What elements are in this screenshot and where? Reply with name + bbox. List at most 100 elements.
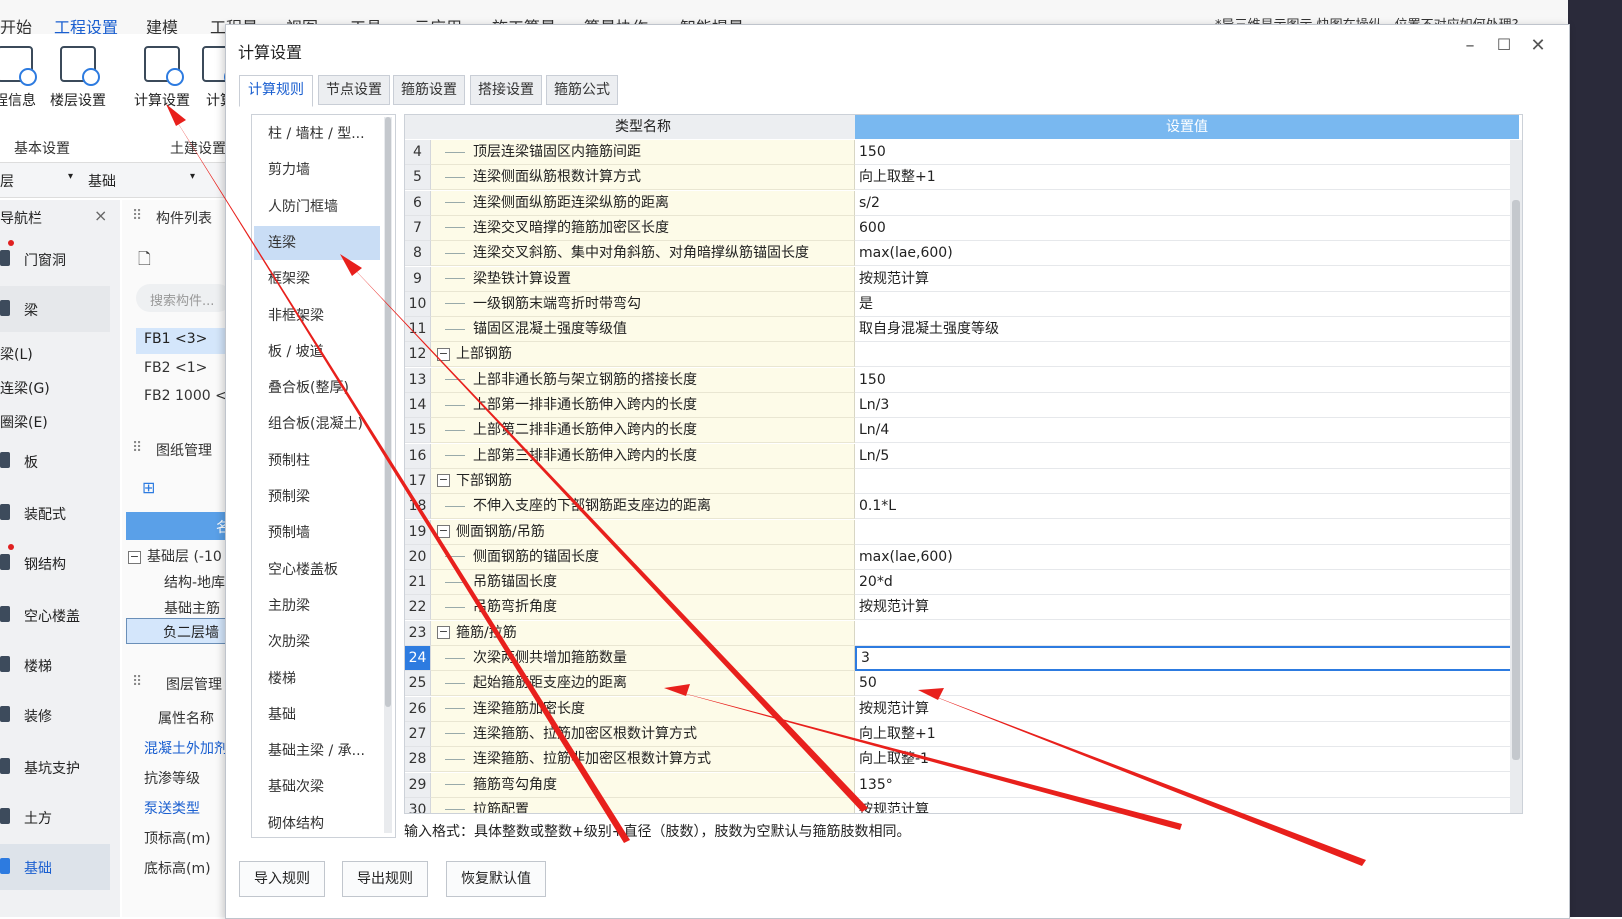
nav-item-door-window[interactable]: 门窗洞 bbox=[0, 236, 110, 282]
component-row[interactable]: FB2 1000 < bbox=[144, 388, 227, 404]
floor-settings-button[interactable]: 楼层设置 bbox=[46, 46, 110, 110]
table-row[interactable]: 8 连梁交叉斜筋、集中对角斜筋、对角暗撑纵筋锚固长度 max(lae,600) bbox=[405, 241, 1522, 267]
table-row[interactable]: 24 次梁两侧共增加箍筋数量 3 bbox=[405, 646, 1522, 671]
add-drawing-icon[interactable]: ⊞ bbox=[142, 478, 155, 497]
table-row[interactable]: 18 不伸入支座的下部钢筋距支座边的距离 0.1*L bbox=[405, 494, 1522, 520]
drag-handle-icon[interactable]: ⠿ bbox=[132, 674, 142, 690]
tab-node-settings[interactable]: 节点设置 bbox=[318, 75, 390, 105]
tree-item[interactable]: 结构-地库 bbox=[164, 572, 225, 592]
minimize-icon[interactable]: – bbox=[1458, 35, 1482, 56]
category-scroll-thumb[interactable] bbox=[385, 117, 391, 707]
tree-item-selected[interactable]: 负二层墙 bbox=[126, 618, 236, 644]
tab-lap-settings[interactable]: 搭接设置 bbox=[470, 75, 542, 105]
nav-item-slab[interactable]: 板 bbox=[0, 438, 110, 484]
grid-scroll-thumb[interactable] bbox=[1512, 200, 1520, 760]
row-value[interactable]: 是 bbox=[855, 292, 1519, 317]
import-rules-button[interactable]: 导入规则 bbox=[239, 861, 325, 897]
component-row[interactable]: FB2 <1> bbox=[144, 360, 207, 376]
restore-defaults-button[interactable]: 恢复默认值 bbox=[446, 861, 546, 897]
table-row[interactable]: 4 顶层连梁锚固区内箍筋间距 150 bbox=[405, 140, 1522, 165]
row-value[interactable] bbox=[855, 621, 1519, 646]
tab-stirrup-settings[interactable]: 箍筋设置 bbox=[393, 75, 465, 105]
table-row[interactable]: 9 梁垫铁计算设置 按规范计算 bbox=[405, 266, 1522, 292]
category-item[interactable]: 基础 bbox=[254, 698, 380, 732]
nav-item-prefab[interactable]: 装配式 bbox=[0, 490, 110, 536]
category-item[interactable]: 次肋梁 bbox=[254, 625, 380, 659]
row-value[interactable]: 135° bbox=[855, 773, 1519, 798]
category-item[interactable]: 基础主梁 / 承... bbox=[254, 734, 380, 768]
row-value[interactable] bbox=[855, 342, 1519, 368]
category-item[interactable]: 空心楼盖板 bbox=[254, 553, 380, 587]
category-item[interactable]: 组合板(混凝土) bbox=[254, 407, 380, 441]
collapse-icon[interactable]: − bbox=[437, 347, 450, 361]
collapse-icon[interactable]: − bbox=[437, 525, 450, 538]
floor-select-left[interactable]: 层 bbox=[0, 171, 14, 191]
tree-item[interactable]: 基础主筋 bbox=[164, 598, 220, 618]
table-row[interactable]: 28 连梁箍筋、拉筋非加密区根数计算方式 向上取整-1 bbox=[405, 747, 1522, 773]
category-item[interactable]: 剪力墙 bbox=[254, 153, 380, 187]
row-value[interactable]: max(lae,600) bbox=[855, 241, 1519, 267]
table-row[interactable]: 7 连梁交叉暗撑的箍筋加密区长度 600 bbox=[405, 215, 1522, 241]
category-item[interactable]: 预制墙 bbox=[254, 516, 380, 550]
collapse-icon[interactable]: − bbox=[128, 550, 141, 564]
prop-top-elevation[interactable]: 顶标高(m) bbox=[144, 828, 211, 848]
close-icon[interactable]: × bbox=[94, 206, 107, 225]
nav-item-beam[interactable]: 梁 bbox=[0, 286, 110, 332]
drag-handle-icon[interactable]: ⠿ bbox=[132, 440, 142, 456]
category-item[interactable]: 柱 / 墙柱 / 型... bbox=[254, 117, 380, 151]
category-item[interactable]: 非框架梁 bbox=[254, 299, 380, 333]
category-item[interactable]: 预制梁 bbox=[254, 480, 380, 514]
row-value[interactable]: 向上取整+1 bbox=[855, 165, 1519, 191]
row-value[interactable]: 150 bbox=[855, 140, 1519, 165]
row-value[interactable]: Ln/5 bbox=[855, 444, 1519, 469]
table-row[interactable]: 22 吊筋弯折角度 按规范计算 bbox=[405, 595, 1522, 621]
row-value[interactable]: 0.1*L bbox=[855, 494, 1519, 520]
table-row[interactable]: 13 上部非通长筋与架立钢筋的搭接长度 150 bbox=[405, 367, 1522, 393]
table-row[interactable]: 11 锚固区混凝土强度等级值 取自身混凝土强度等级 bbox=[405, 317, 1522, 343]
table-row[interactable]: 10 一级钢筋末端弯折时带弯勾 是 bbox=[405, 291, 1522, 317]
nav-item-hollow-floor[interactable]: 空心楼盖 bbox=[0, 592, 110, 638]
table-row[interactable]: 26 连梁箍筋加密长度 按规范计算 bbox=[405, 696, 1522, 722]
category-item[interactable]: 框架梁 bbox=[254, 262, 380, 296]
category-item[interactable]: 连梁 bbox=[254, 225, 380, 260]
group-row[interactable]: 17− 下部钢筋 bbox=[405, 468, 1522, 494]
prop-impermeability[interactable]: 抗渗等级 bbox=[144, 768, 200, 788]
category-scrollbar[interactable] bbox=[384, 117, 392, 833]
table-row[interactable]: 16 上部第三排非通长筋伸入跨内的长度 Ln/5 bbox=[405, 443, 1522, 469]
calc-settings-button[interactable]: 计算设置 bbox=[130, 46, 194, 110]
prop-bottom-elevation[interactable]: 底标高(m) bbox=[144, 858, 211, 878]
table-row[interactable]: 21 吊筋锚固长度 20*d bbox=[405, 570, 1522, 596]
new-doc-icon[interactable]: 🗋 bbox=[138, 248, 151, 275]
row-value[interactable]: 按规范计算 bbox=[855, 798, 1519, 813]
category-item[interactable]: 基础次梁 bbox=[254, 770, 380, 804]
row-value[interactable]: Ln/3 bbox=[855, 393, 1519, 418]
category-item[interactable]: 砌体结构 bbox=[254, 807, 380, 841]
prop-admixture[interactable]: 混凝土外加剂 bbox=[144, 738, 234, 758]
category-item[interactable]: 预制柱 bbox=[254, 444, 380, 478]
nav-sub-ring-beam[interactable]: 圈梁(E) bbox=[0, 412, 48, 432]
row-value[interactable]: 按规范计算 bbox=[855, 697, 1519, 722]
collapse-icon[interactable]: − bbox=[437, 626, 450, 640]
table-row[interactable]: 27 连梁箍筋、拉筋加密区根数计算方式 向上取整+1 bbox=[405, 721, 1522, 747]
maximize-icon[interactable]: ☐ bbox=[1492, 35, 1516, 54]
close-icon[interactable]: ✕ bbox=[1526, 35, 1550, 56]
nav-item-foundation[interactable]: 基础 bbox=[0, 844, 110, 890]
row-value[interactable]: 取自身混凝土强度等级 bbox=[855, 317, 1519, 343]
group-row[interactable]: 23− 箍筋/拉筋 bbox=[405, 620, 1522, 646]
chevron-down-icon[interactable]: ▾ bbox=[68, 171, 73, 182]
value-edit-field[interactable]: 3 bbox=[855, 646, 1519, 671]
collapse-icon[interactable]: − bbox=[437, 474, 450, 488]
table-row[interactable]: 25 起始箍筋距支座边的距离 50 bbox=[405, 671, 1522, 697]
category-item[interactable]: 人防门框墙 bbox=[254, 190, 380, 224]
nav-item-pit-support[interactable]: 基坑支护 bbox=[0, 744, 110, 790]
nav-sub-coupling-beam[interactable]: 连梁(G) bbox=[0, 378, 50, 398]
row-value[interactable] bbox=[855, 469, 1519, 494]
table-row[interactable]: 15 上部第二排非通长筋伸入跨内的长度 Ln/4 bbox=[405, 418, 1522, 444]
tree-root[interactable]: − 基础层 (-10 bbox=[128, 546, 222, 566]
category-item[interactable]: 楼梯 bbox=[254, 662, 380, 696]
row-value[interactable]: max(lae,600) bbox=[855, 545, 1519, 570]
floor-select-right[interactable]: 基础 bbox=[88, 171, 116, 191]
drag-handle-icon[interactable]: ⠿ bbox=[132, 208, 142, 224]
nav-item-stairs[interactable]: 楼梯 bbox=[0, 642, 110, 688]
category-item[interactable]: 板 / 坡道 bbox=[254, 335, 380, 369]
